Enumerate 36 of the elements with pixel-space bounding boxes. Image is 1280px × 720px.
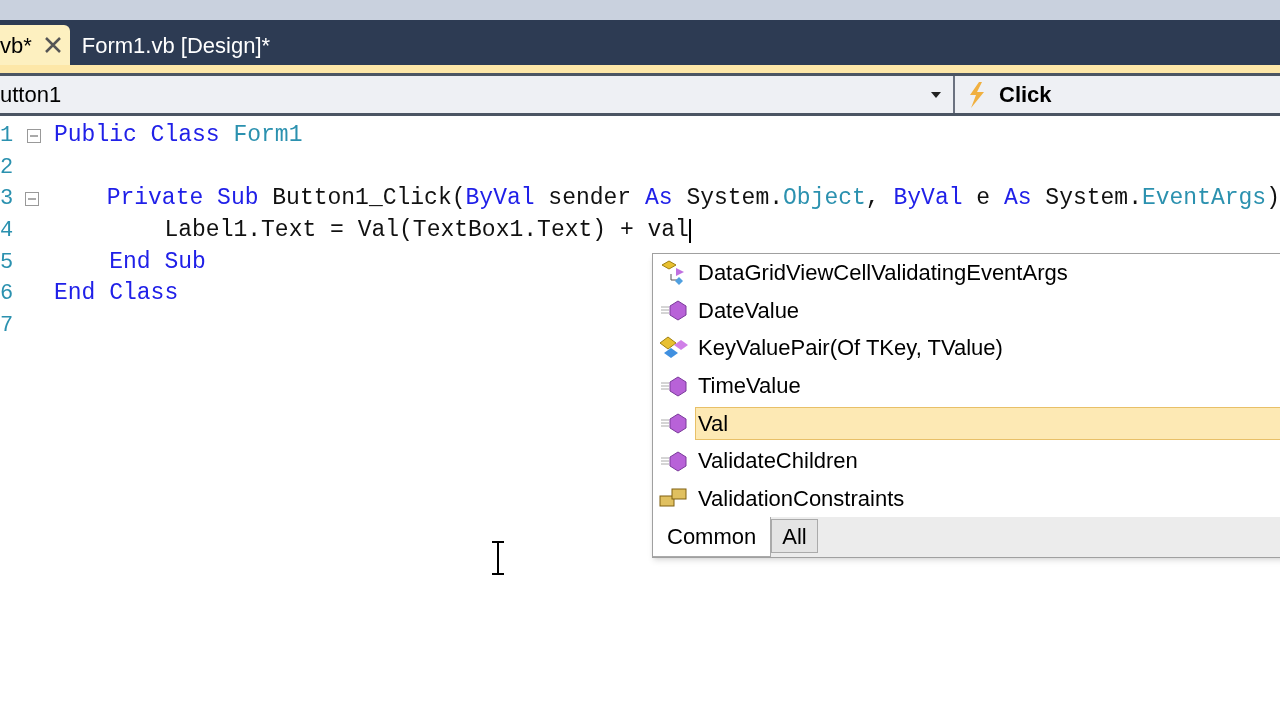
filter-tab[interactable]: Common bbox=[653, 517, 772, 558]
completion-item[interactable]: TimeValue bbox=[695, 369, 1280, 403]
code-line: Label1.Text = Val(TextBox1.Text) + val bbox=[163, 219, 689, 243]
editor-tab[interactable]: Form1.vb [Design]* bbox=[69, 25, 283, 65]
cube-icon bbox=[659, 298, 689, 323]
line-number: 7 bbox=[0, 311, 14, 340]
line-number: 1 bbox=[0, 122, 14, 151]
caret-icon bbox=[931, 91, 941, 98]
line-number: 3 bbox=[0, 185, 14, 214]
editor-tab[interactable]: vb* bbox=[0, 25, 70, 65]
completion-item[interactable]: ValidationConstraints bbox=[695, 481, 1280, 515]
code-line: End Class bbox=[54, 282, 179, 306]
line-number: 2 bbox=[0, 153, 14, 182]
object-dropdown[interactable]: utton1 bbox=[0, 76, 955, 113]
code-line: Private Sub Button1_Click(ByVal sender As System.Object, ByVal e As System.EventArgs) bbox=[105, 187, 1280, 211]
dropdown-value: utton1 bbox=[0, 81, 63, 109]
code-line: Public Class Form1 bbox=[54, 124, 303, 148]
line-number: 6 bbox=[0, 280, 14, 309]
completion-item[interactable]: Val bbox=[695, 406, 1280, 440]
completion-item[interactable]: DateValue bbox=[695, 293, 1280, 327]
dropdown-value: Click bbox=[999, 81, 1052, 109]
filter-tab[interactable]: All bbox=[771, 519, 818, 554]
text-cursor-icon bbox=[490, 540, 506, 576]
completion-item[interactable]: ValidateChildren bbox=[695, 444, 1280, 478]
line-number: 5 bbox=[0, 248, 14, 277]
struct-icon bbox=[658, 335, 690, 361]
collapse-icon[interactable] bbox=[27, 128, 41, 143]
cube-icon bbox=[659, 411, 689, 436]
completion-item[interactable]: DataGridViewCellValidatingEventArgs bbox=[695, 256, 1280, 290]
event-dropdown[interactable]: Click bbox=[955, 76, 1280, 113]
completion-item[interactable]: KeyValuePair(Of TKey, TValue) bbox=[695, 331, 1280, 365]
lightning-icon bbox=[967, 81, 987, 108]
close-icon[interactable] bbox=[43, 36, 62, 54]
code-line: End Sub bbox=[108, 250, 206, 274]
line-number: 4 bbox=[0, 217, 14, 246]
collapse-icon[interactable] bbox=[25, 192, 40, 206]
